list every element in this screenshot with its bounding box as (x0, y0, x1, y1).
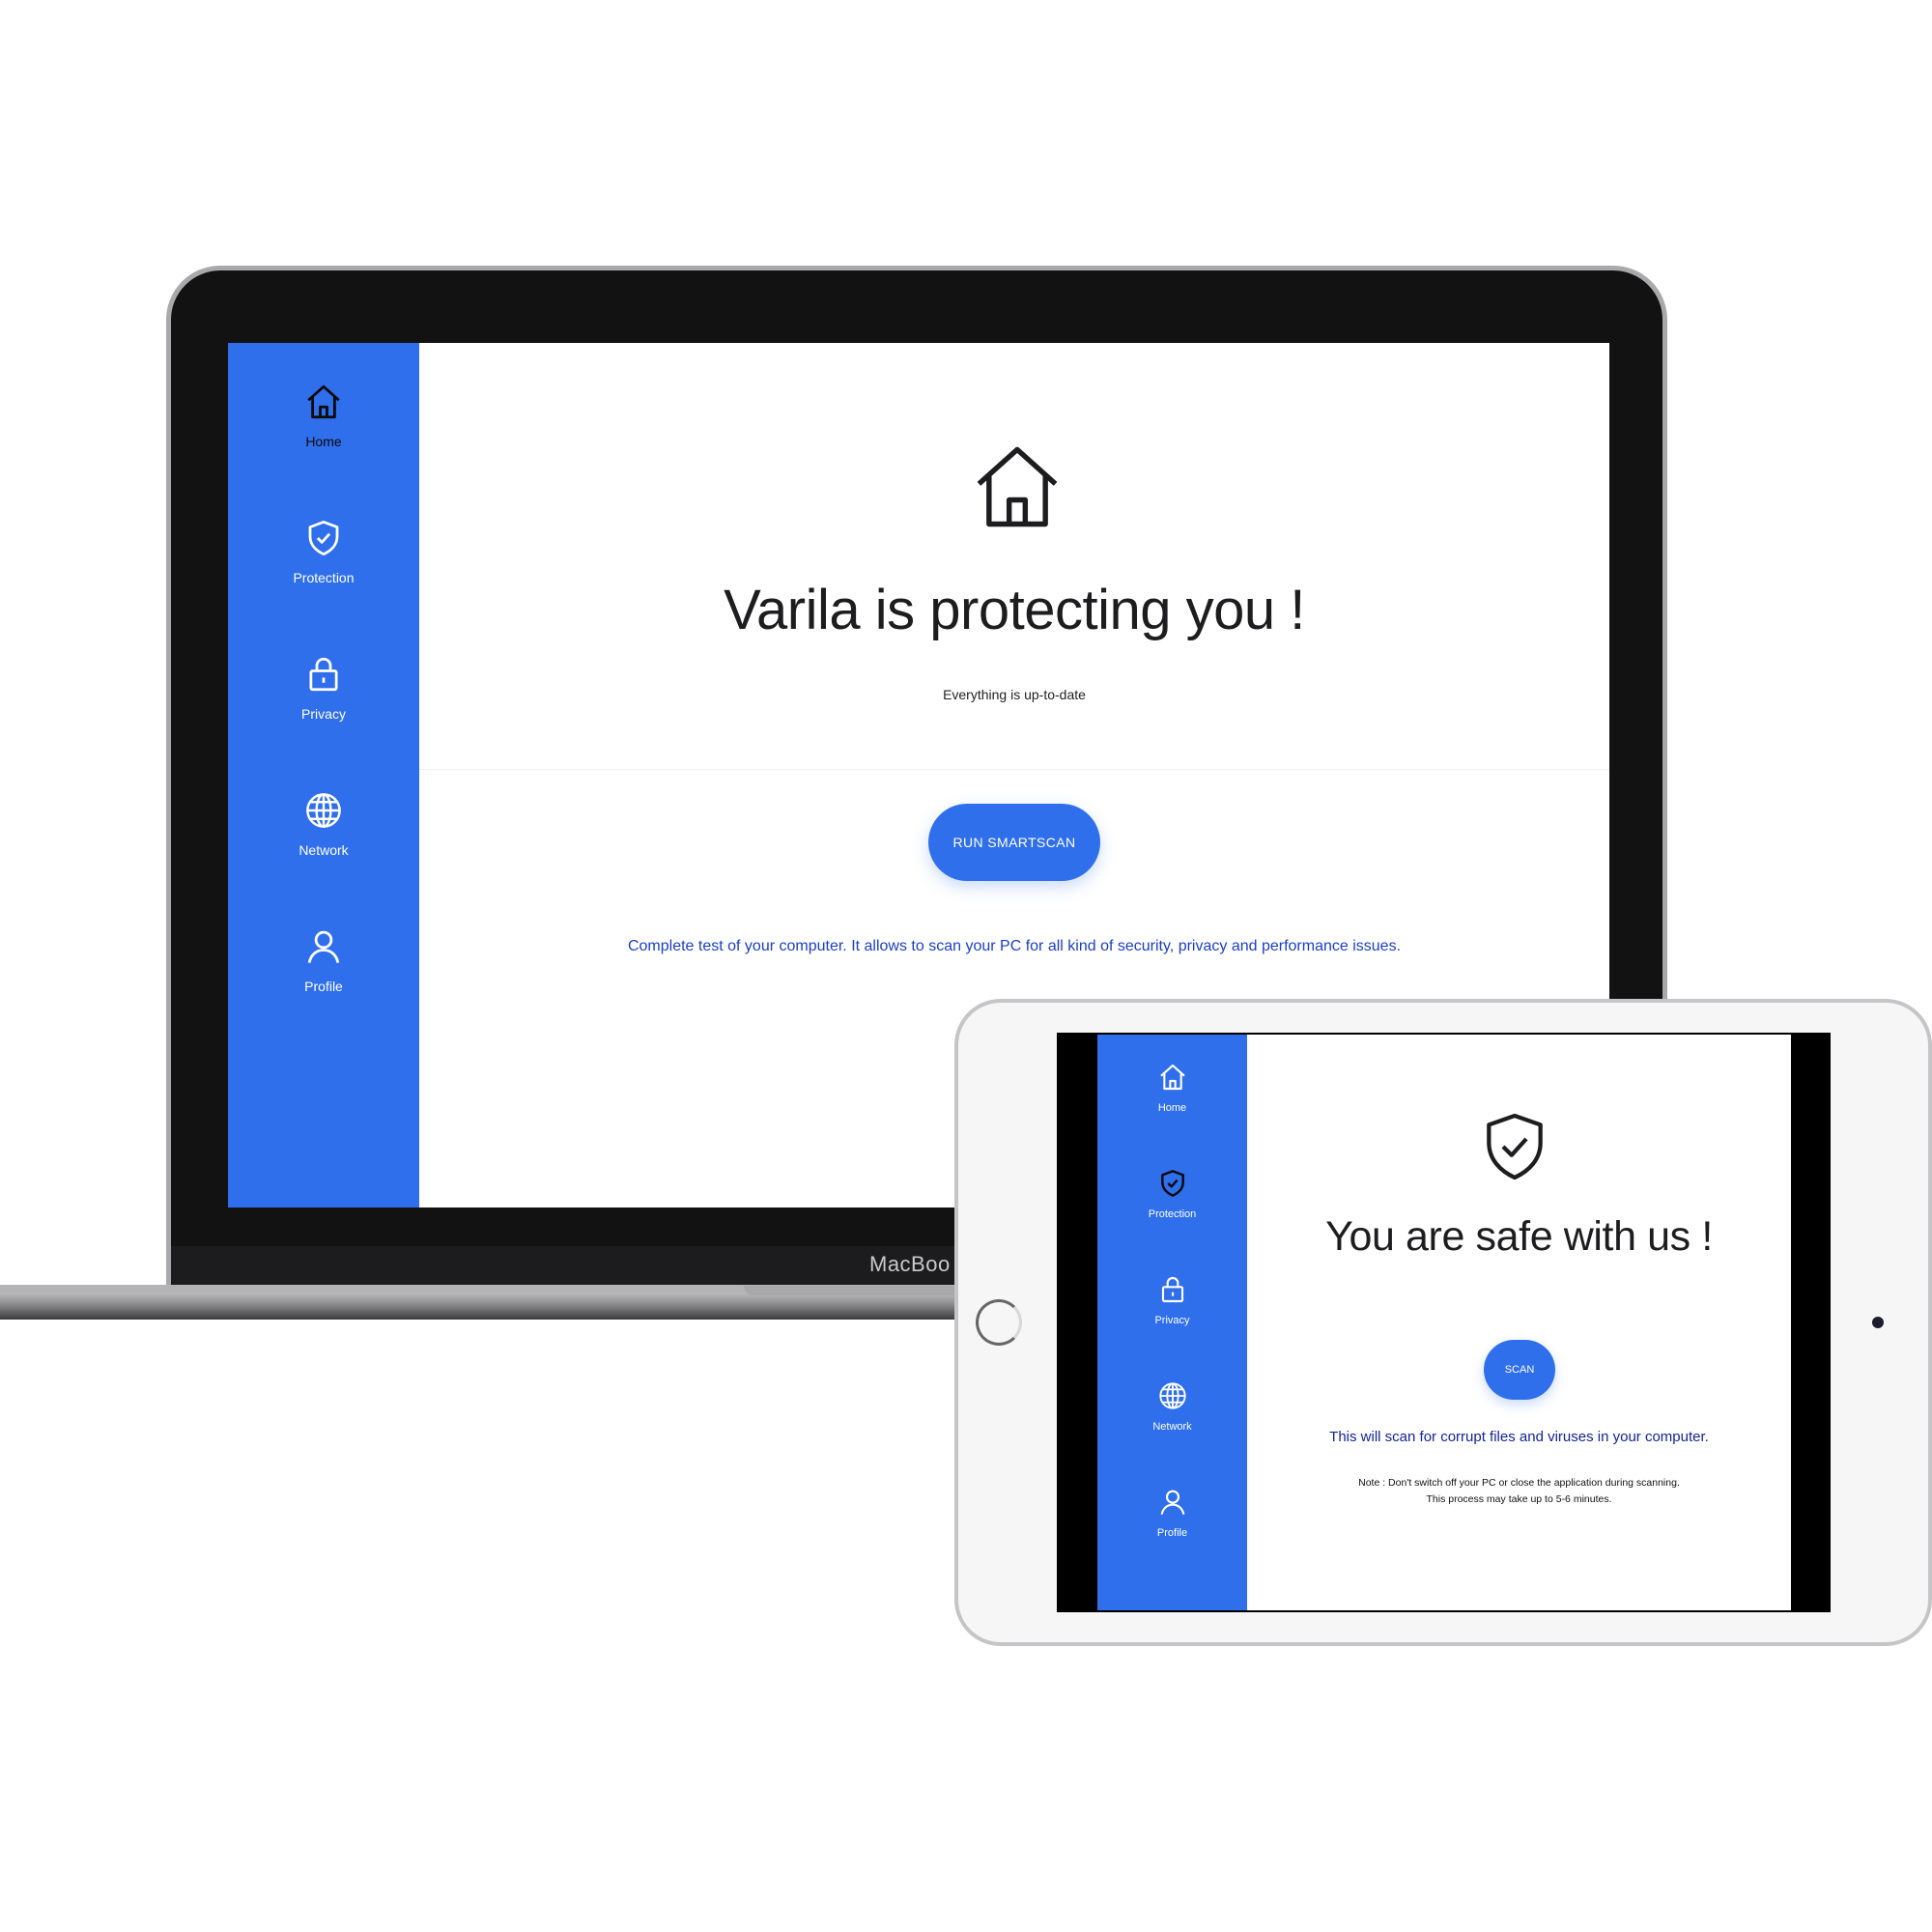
tablet-sidebar-item-network[interactable]: Network (1097, 1380, 1247, 1433)
sidebar-item-label: Privacy (301, 706, 346, 722)
tablet-screen: Home Protection Privacy Network Profile (1097, 1035, 1791, 1610)
sidebar-item-label: Profile (304, 979, 343, 994)
laptop-sidebar-item-protection[interactable]: Protection (228, 518, 419, 585)
home-icon (1159, 1064, 1185, 1091)
globe-icon (1158, 1382, 1186, 1409)
tablet-sidebar-item-profile[interactable]: Profile (1097, 1487, 1247, 1539)
sidebar-item-label: Home (1157, 1102, 1187, 1114)
shield-check-icon (308, 520, 339, 556)
tablet-sidebar-item-privacy[interactable]: Privacy (1097, 1274, 1247, 1326)
home-icon (307, 384, 340, 419)
globe-icon (306, 793, 341, 828)
laptop-sidebar: Home Protection Privacy Network Profile (228, 343, 419, 1208)
scan-description: This will scan for corrupt files and vir… (1329, 1429, 1709, 1445)
user-icon (307, 930, 340, 963)
shield-check-icon (1487, 1113, 1543, 1180)
sidebar-item-label: Protection (293, 570, 355, 585)
lock-icon (309, 657, 338, 692)
section-divider (419, 769, 1609, 770)
sidebar-item-label: Network (1152, 1421, 1192, 1433)
scan-note-line: This process may take up to 5-6 minutes. (1426, 1493, 1612, 1505)
run-smartscan-button[interactable]: RUN SMARTSCAN (928, 804, 1100, 881)
tablet-main-panel: You are safe with us ! SCAN This will sc… (1247, 1035, 1791, 1610)
shield-check-icon (1160, 1170, 1184, 1197)
laptop-sidebar-item-network[interactable]: Network (228, 790, 419, 858)
page-subtitle: Everything is up-to-date (943, 687, 1086, 702)
laptop-brand-label: MacBoo (869, 1252, 951, 1276)
page-title: You are safe with us ! (1325, 1213, 1713, 1260)
tablet-sidebar: Home Protection Privacy Network Profile (1097, 1035, 1247, 1610)
sidebar-item-label: Network (298, 842, 349, 858)
scan-button[interactable]: SCAN (1484, 1340, 1555, 1400)
scan-note: Note : Don't switch off your PC or close… (1247, 1475, 1791, 1508)
laptop-sidebar-item-profile[interactable]: Profile (228, 926, 419, 994)
laptop-sidebar-item-privacy[interactable]: Privacy (228, 654, 419, 722)
laptop-sidebar-item-home[interactable]: Home (228, 382, 419, 449)
tablet-sidebar-item-home[interactable]: Home (1097, 1062, 1247, 1114)
user-icon (1160, 1490, 1184, 1515)
tablet-sidebar-item-protection[interactable]: Protection (1097, 1168, 1247, 1220)
lock-icon (1161, 1277, 1183, 1303)
scan-note-line: Note : Don't switch off your PC or close… (1358, 1477, 1680, 1489)
sidebar-item-label: Home (305, 434, 342, 449)
tablet-home-button[interactable] (976, 1299, 1022, 1346)
scan-description: Complete test of your computer. It allow… (627, 938, 1402, 954)
sidebar-item-label: Profile (1156, 1527, 1188, 1539)
sidebar-item-label: Privacy (1154, 1315, 1190, 1326)
sidebar-item-label: Protection (1148, 1208, 1197, 1220)
tablet-camera (1872, 1317, 1884, 1328)
page-title: Varila is protecting you ! (724, 579, 1305, 641)
home-icon (977, 446, 1058, 527)
